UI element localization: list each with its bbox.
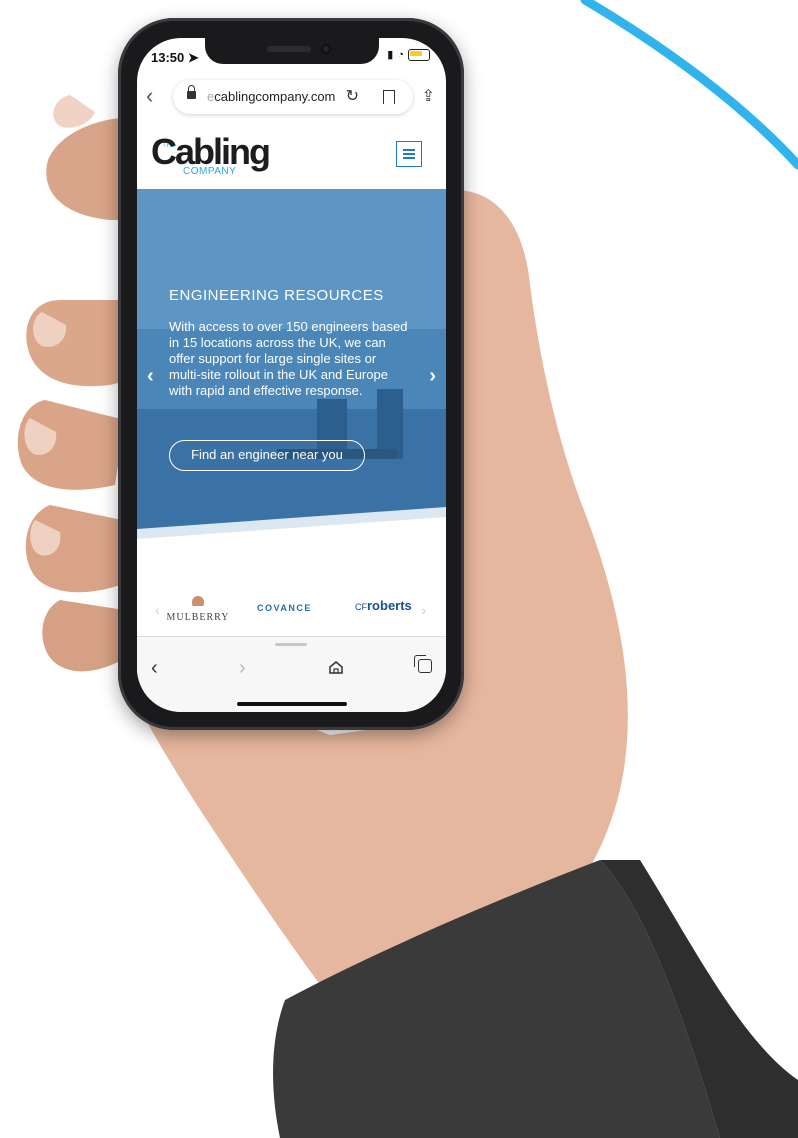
wifi-icon: ◔ (397, 48, 404, 61)
toolbar-forward-icon[interactable]: › (239, 657, 246, 680)
hero-body: With access to over 150 engineers based … (169, 319, 408, 398)
home-icon[interactable] (329, 661, 343, 674)
chevron-left-icon[interactable]: ‹ (146, 84, 153, 108)
find-engineer-button[interactable]: Find an engineer near you (169, 440, 365, 471)
menu-line (403, 149, 415, 151)
browser-toolbar: ‹ › (137, 636, 446, 712)
front-camera (321, 44, 331, 54)
phone-screen: 13:50 ➤ ▮ ◔ ‹ ecablingcompany.com ↻ ⇪ TH… (137, 38, 446, 712)
status-icons: ▮ ◔ (387, 48, 430, 61)
reload-icon[interactable]: ↻ (346, 86, 359, 106)
status-time-text: 13:50 (151, 50, 185, 65)
scene: 13:50 ➤ ▮ ◔ ‹ ecablingcompany.com ↻ ⇪ TH… (0, 0, 798, 1138)
logo-company: COMPANY (183, 166, 237, 177)
logo-mulberry: MULBERRY (165, 594, 231, 625)
site-logo[interactable]: Cabling (151, 134, 271, 170)
logos-prev-icon[interactable]: ‹ (155, 602, 160, 618)
home-indicator[interactable] (237, 702, 347, 706)
bookmark-icon[interactable] (383, 90, 395, 104)
logo-cf-roberts: CFroberts (355, 598, 412, 613)
hero-banner: ENGINEERING RESOURCES With access to ove… (137, 189, 446, 569)
logo-covance: COVANCE (257, 603, 312, 613)
battery-charging-icon (408, 48, 430, 61)
hamburger-menu-icon[interactable] (396, 141, 422, 167)
share-icon[interactable]: ⇪ (422, 86, 435, 106)
status-time: 13:50 ➤ (151, 50, 199, 66)
location-arrow-icon: ➤ (187, 50, 199, 65)
mulberry-text: MULBERRY (166, 612, 230, 623)
address-bar[interactable]: ecablingcompany.com ↻ ⇪ (173, 80, 435, 114)
notch (205, 38, 379, 64)
signal-icon: ▮ (387, 49, 394, 61)
menu-line (403, 157, 415, 159)
hero-title: ENGINEERING RESOURCES (169, 287, 384, 304)
mulberry-tree-icon (192, 596, 204, 606)
site-header: THE Cabling COMPANY (137, 130, 446, 188)
menu-line (403, 153, 415, 155)
client-logos-carousel: ‹ MULBERRY COVANCE CFroberts › (137, 594, 446, 630)
speaker-grille (267, 46, 311, 52)
logos-next-icon[interactable]: › (421, 602, 426, 618)
cf-prefix: CF (355, 602, 367, 612)
carousel-next-icon[interactable]: › (429, 365, 436, 388)
browser-url-row: ‹ ecablingcompany.com ↻ ⇪ (137, 78, 446, 118)
sheet-grabber[interactable] (275, 643, 307, 646)
carousel-prev-icon[interactable]: ‹ (147, 365, 154, 388)
url-text[interactable]: ecablingcompany.com (207, 89, 335, 104)
url-domain: cablingcompany.com (214, 89, 336, 104)
lock-icon (187, 85, 196, 99)
tabs-icon[interactable] (414, 655, 432, 673)
roberts-text: roberts (367, 598, 412, 613)
toolbar-back-icon[interactable]: ‹ (151, 657, 158, 680)
